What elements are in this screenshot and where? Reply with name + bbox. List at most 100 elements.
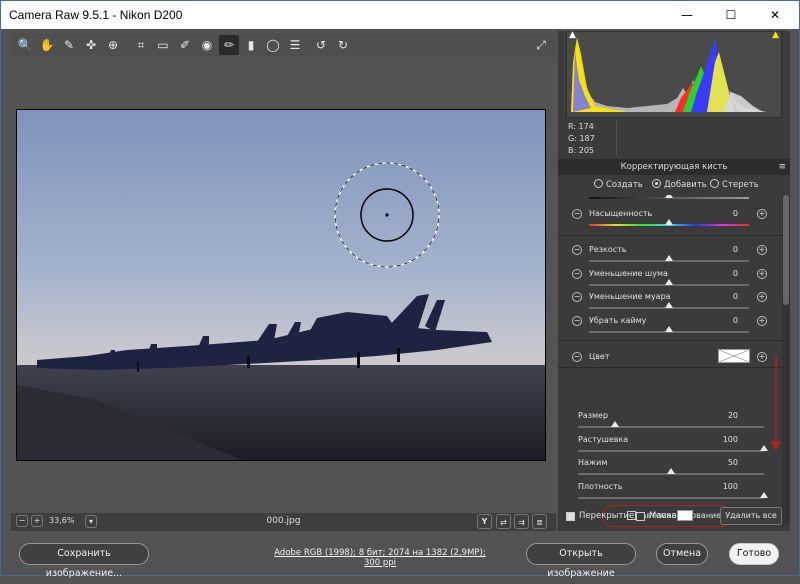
slider-thumb[interactable] bbox=[665, 219, 673, 225]
minus-icon[interactable]: − bbox=[572, 352, 582, 362]
slider-label: Уменьшение шума bbox=[589, 269, 668, 278]
cancel-button[interactable]: Отмена bbox=[656, 543, 708, 565]
slider-value[interactable]: 100 bbox=[698, 435, 738, 444]
plus-icon[interactable]: + bbox=[757, 352, 767, 362]
readout-divider bbox=[616, 121, 617, 155]
targeted-adjust-icon[interactable]: ⊕ bbox=[103, 35, 123, 55]
panel-menu-icon[interactable]: ≡ bbox=[778, 159, 786, 175]
mask-checkbox[interactable] bbox=[636, 512, 645, 521]
plus-icon[interactable]: + bbox=[757, 316, 767, 326]
slider-track[interactable] bbox=[578, 426, 764, 428]
slider-thumb[interactable] bbox=[667, 468, 675, 474]
copy-settings-icon[interactable]: ⇉ bbox=[514, 514, 529, 529]
slider-thumb[interactable] bbox=[665, 302, 673, 308]
slider-value[interactable]: 0 bbox=[698, 245, 738, 254]
minimize-button[interactable]: — bbox=[665, 1, 709, 29]
red-eye-icon[interactable]: ◉ bbox=[197, 35, 217, 55]
overlay-checkbox[interactable] bbox=[566, 512, 575, 521]
workflow-options-link[interactable]: Adobe RGB (1998); 8 бит; 2074 на 1382 (2… bbox=[271, 548, 489, 568]
adjustment-brush-icon[interactable]: ✏ bbox=[219, 35, 239, 55]
slider-row: Плотность 100 bbox=[558, 482, 782, 504]
slider-row: Размер 20 bbox=[558, 411, 782, 433]
slider-thumb[interactable] bbox=[665, 279, 673, 285]
spot-removal-icon[interactable]: ✐ bbox=[175, 35, 195, 55]
slider-thumb[interactable] bbox=[665, 255, 673, 261]
overlay-label: Перекрытие bbox=[579, 511, 635, 521]
color-swatch[interactable] bbox=[718, 349, 750, 363]
panel-scrollbar[interactable] bbox=[782, 195, 790, 525]
slider-thumb[interactable] bbox=[760, 492, 768, 498]
crop-icon[interactable]: ⌗ bbox=[131, 35, 151, 55]
color-sampler-icon[interactable]: ✜ bbox=[81, 35, 101, 55]
plus-icon[interactable]: + bbox=[757, 292, 767, 302]
shadow-clipping-icon[interactable]: ▲ bbox=[569, 30, 576, 40]
slider-track[interactable] bbox=[578, 450, 764, 452]
slider-track[interactable] bbox=[578, 497, 764, 499]
preview-area[interactable] bbox=[11, 59, 556, 511]
open-image-button[interactable]: Открыть изображение bbox=[526, 543, 636, 579]
slider-row: − + Уменьшение шума 0 bbox=[558, 269, 782, 291]
minus-icon[interactable]: − bbox=[572, 209, 582, 219]
minus-icon[interactable]: − bbox=[572, 292, 582, 302]
hand-icon[interactable]: ✋ bbox=[37, 35, 57, 55]
slider-value[interactable]: 0 bbox=[698, 209, 738, 218]
rotate-left-icon[interactable]: ↺ bbox=[311, 35, 331, 55]
partial-slider-thumb[interactable] bbox=[665, 195, 673, 198]
radial-filter-icon[interactable]: ◯ bbox=[263, 35, 283, 55]
mode-0[interactable]: Создать bbox=[594, 179, 643, 190]
rotate-right-icon[interactable]: ↻ bbox=[333, 35, 353, 55]
done-button[interactable]: Готово bbox=[729, 543, 779, 565]
graduated-filter-icon[interactable]: ▮ bbox=[241, 35, 261, 55]
mode-radio-0[interactable] bbox=[594, 179, 603, 188]
file-name: 000.jpg bbox=[266, 516, 301, 526]
save-image-button[interactable]: Сохранить изображение... bbox=[19, 543, 149, 579]
plus-icon[interactable]: + bbox=[757, 269, 767, 279]
before-after-y-button[interactable]: Y bbox=[477, 514, 492, 529]
mode-1[interactable]: Добавить bbox=[652, 179, 707, 190]
highlight-clipping-icon[interactable]: ▲ bbox=[772, 30, 779, 40]
white-balance-icon[interactable]: ✎ bbox=[59, 35, 79, 55]
slider-value[interactable]: 100 bbox=[698, 482, 738, 491]
mode-2[interactable]: Стереть bbox=[710, 179, 759, 190]
mask-color-swatch[interactable] bbox=[677, 510, 693, 521]
slider-value[interactable]: 0 bbox=[698, 292, 738, 301]
slider-value[interactable]: 0 bbox=[698, 316, 738, 325]
plus-icon[interactable]: + bbox=[757, 245, 767, 255]
clear-all-button[interactable]: Удалить все bbox=[720, 507, 782, 525]
red-arrow-annotation bbox=[771, 355, 781, 451]
fullscreen-icon[interactable]: ⤢ bbox=[531, 35, 551, 55]
minus-icon[interactable]: − bbox=[572, 269, 582, 279]
zoom-icon[interactable]: 🔍 bbox=[15, 35, 35, 55]
section-divider bbox=[558, 340, 782, 341]
slider-value[interactable]: 20 bbox=[698, 411, 738, 420]
straighten-icon[interactable]: ▭ bbox=[153, 35, 173, 55]
photo-preview[interactable] bbox=[16, 109, 546, 461]
slider-label: Резкость bbox=[589, 245, 627, 254]
title-bar: Camera Raw 9.5.1 - Nikon D200 — ☐ ✕ bbox=[1, 1, 799, 29]
minus-icon[interactable]: − bbox=[572, 316, 582, 326]
preferences-icon[interactable]: ☰ bbox=[285, 35, 305, 55]
maximize-button[interactable]: ☐ bbox=[709, 1, 753, 29]
slider-row: − + Резкость 0 bbox=[558, 245, 782, 267]
slider-value[interactable]: 0 bbox=[698, 269, 738, 278]
swap-before-after-icon[interactable]: ⇄ bbox=[496, 514, 511, 529]
slider-value[interactable]: 50 bbox=[698, 458, 738, 467]
slider-label: Уменьшение муара bbox=[589, 292, 671, 301]
mode-radio-1[interactable] bbox=[652, 179, 661, 188]
close-button[interactable]: ✕ bbox=[753, 1, 797, 29]
slider-thumb[interactable] bbox=[760, 445, 768, 451]
brush-mode-group: Создать Добавить Стереть bbox=[558, 177, 790, 193]
panel-title: Корректирующая кисть bbox=[620, 162, 728, 172]
minus-icon[interactable]: − bbox=[572, 245, 582, 255]
blue-value: B: 205 bbox=[568, 146, 594, 155]
tool-bar: ⤢ 🔍 ✋ ✎ ✜ ⊕ ⌗ ▭ ✐ ◉ ✏ ▮ ◯ ☰ ↺ ↻ bbox=[11, 33, 556, 57]
plus-icon[interactable]: + bbox=[757, 209, 767, 219]
color-label: Цвет bbox=[589, 352, 610, 361]
scrollbar-knob[interactable] bbox=[783, 195, 789, 305]
slider-thumb[interactable] bbox=[611, 421, 620, 427]
airshow-photo-image bbox=[17, 110, 545, 460]
toggle-settings-icon[interactable]: ≣ bbox=[532, 514, 547, 529]
overlay-controls: Перекрытие Маска Удалить все bbox=[564, 507, 789, 527]
mode-radio-2[interactable] bbox=[710, 179, 719, 188]
slider-thumb[interactable] bbox=[665, 326, 673, 332]
